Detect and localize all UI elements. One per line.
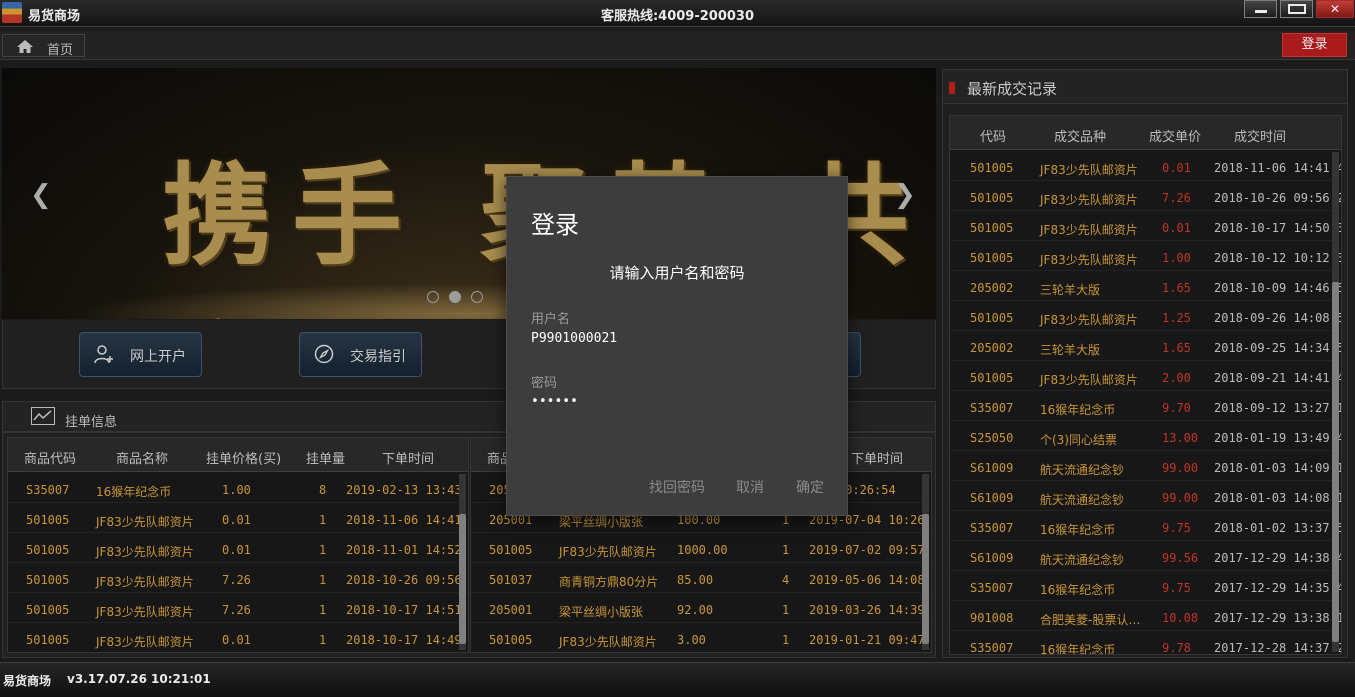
username-label: 用户名 (531, 312, 571, 327)
password-field[interactable]: •••••• (531, 394, 821, 409)
login-dialog: 登录 请输入用户名和密码 用户名 密码 •••••• 找回密码 取消 确定 (506, 176, 848, 516)
forgot-password-button[interactable]: 找回密码 (649, 477, 705, 497)
password-label: 密码 (531, 376, 558, 391)
confirm-button[interactable]: 确定 (796, 477, 824, 497)
dialog-subtitle: 请输入用户名和密码 (609, 264, 745, 282)
app-window: 易货商场 客服热线:4009-200030 ✕ 首页 登录 携手 聚势 共赢 ❮… (0, 0, 1355, 697)
modal-overlay: 登录 请输入用户名和密码 用户名 密码 •••••• 找回密码 取消 确定 (0, 0, 1355, 697)
cancel-button[interactable]: 取消 (736, 477, 764, 497)
username-field[interactable] (531, 331, 821, 346)
dialog-title: 登录 (531, 211, 579, 239)
